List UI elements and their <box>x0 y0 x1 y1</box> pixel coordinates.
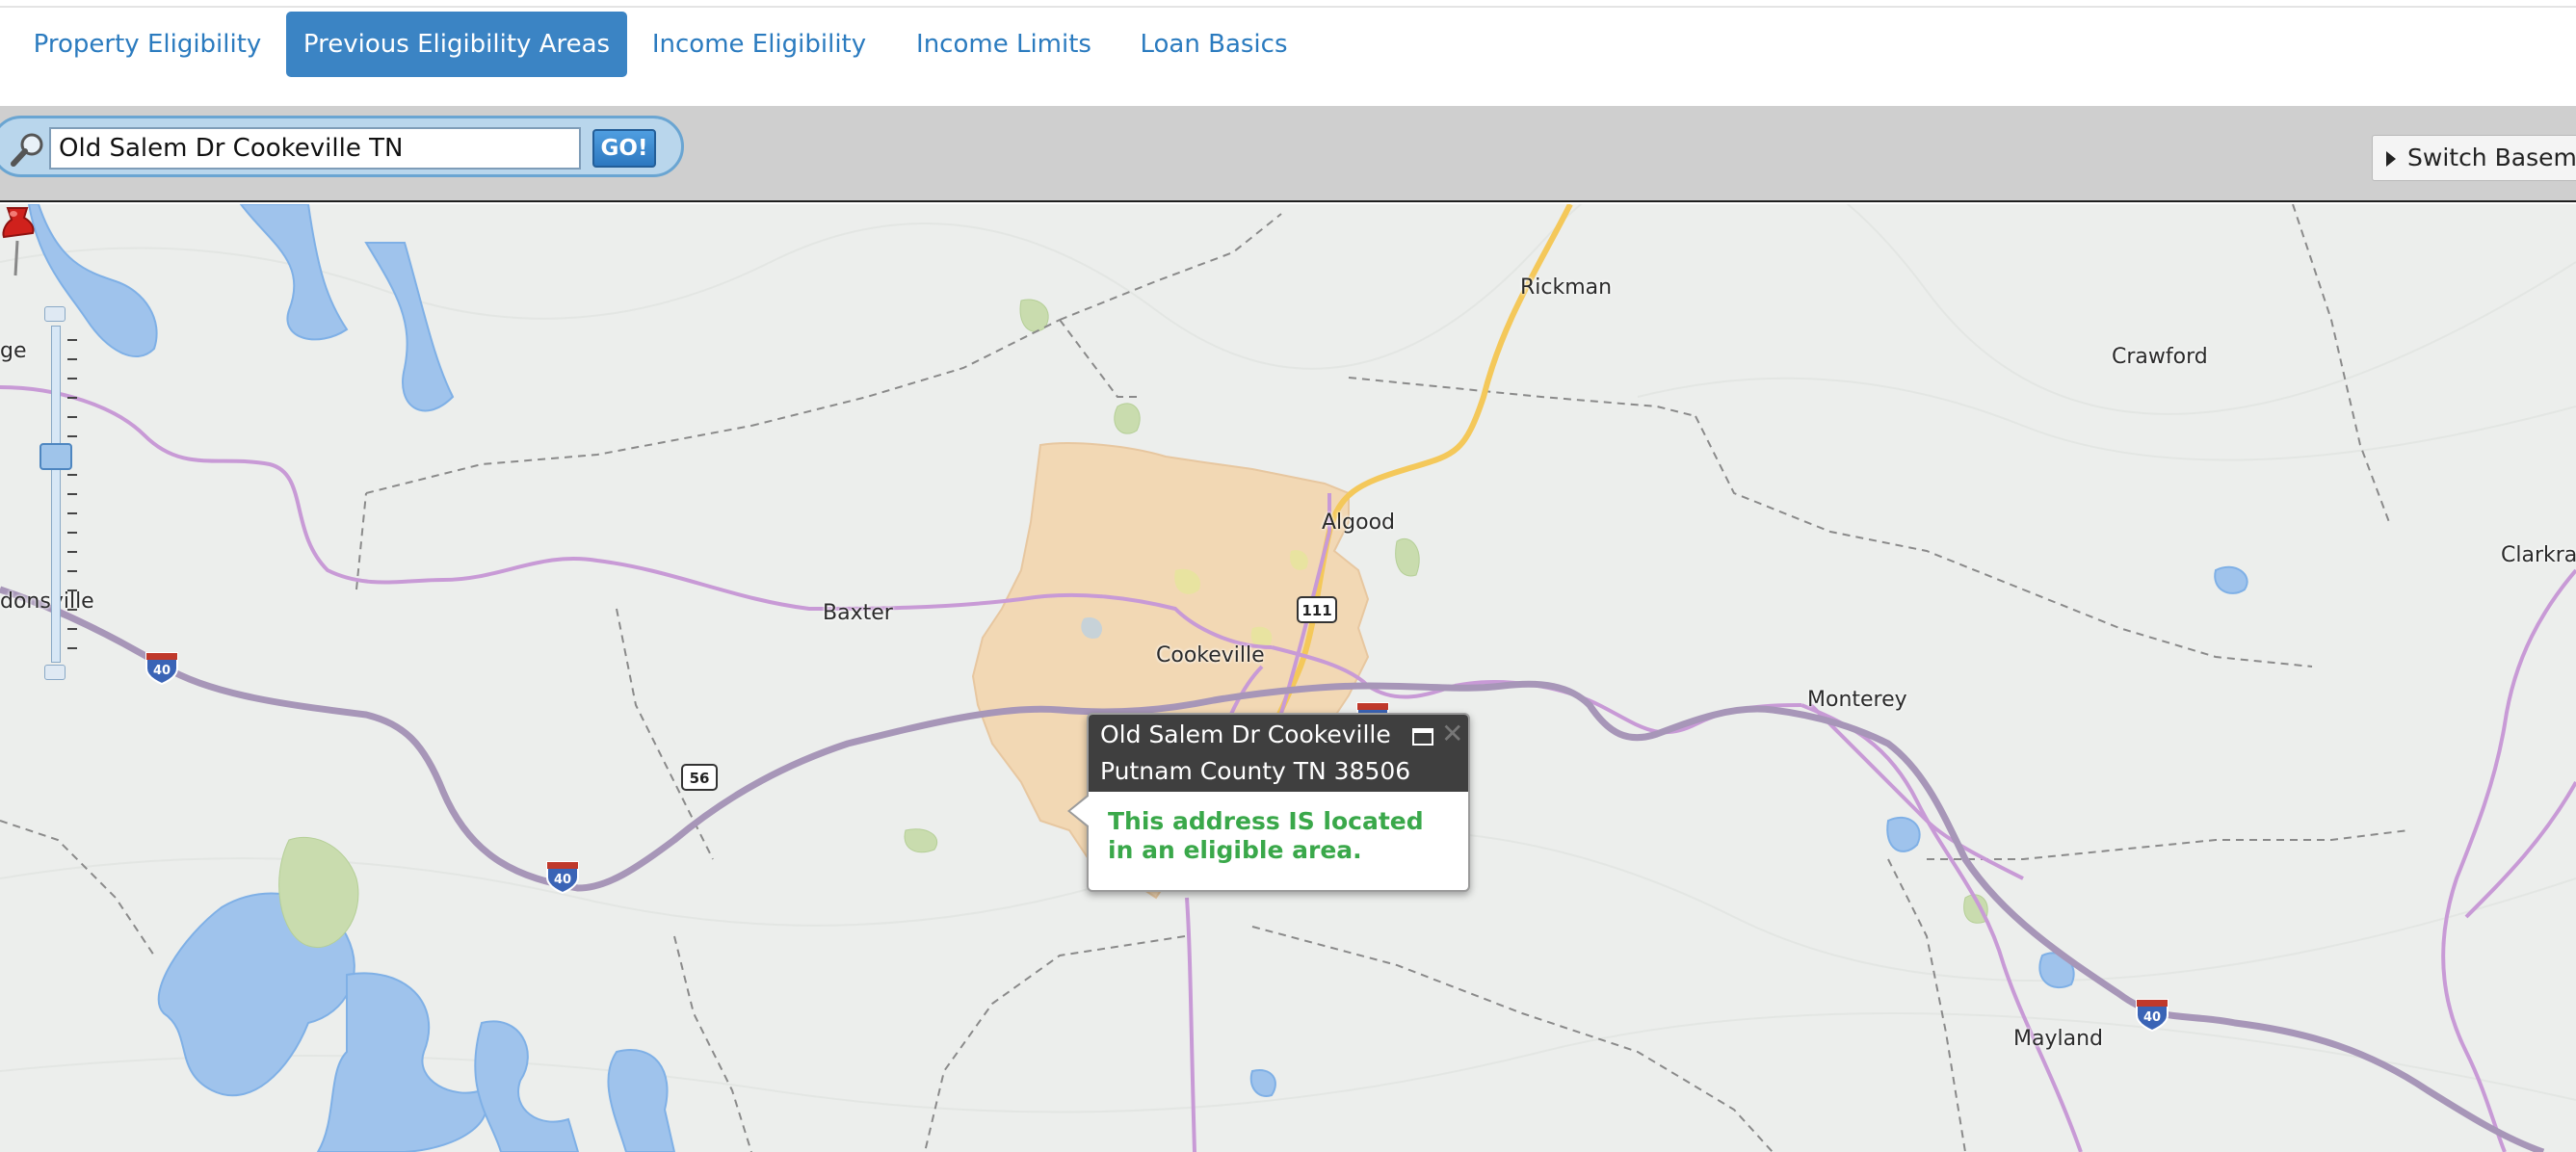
place-label-monterey: Monterey <box>1807 688 1907 712</box>
tab-loan-basics[interactable]: Loan Basics <box>1137 12 1291 77</box>
tab-previous-eligibility-areas[interactable]: Previous Eligibility Areas <box>286 12 627 77</box>
search-box: GO! <box>0 116 684 177</box>
i40-shield-label: 40 <box>554 873 571 887</box>
zoom-tick <box>67 474 77 476</box>
zoom-out-arrow-icon[interactable] <box>44 665 66 680</box>
zoom-tick <box>67 532 77 534</box>
popup-header: Old Salem Dr Cookeville Putnam County TN… <box>1089 715 1468 792</box>
tab-bar: Property Eligibility Previous Eligibilit… <box>0 8 2576 106</box>
i40-shield-label: 40 <box>2143 1010 2161 1025</box>
place-label-cookeville: Cookeville <box>1156 643 1265 668</box>
maximize-icon[interactable] <box>1412 728 1433 746</box>
place-label-mayland: Mayland <box>2013 1027 2103 1051</box>
zoom-tick <box>67 512 77 514</box>
place-label-clarkrange: Clarkra <box>2501 543 2576 567</box>
popup-pointer-inner <box>1070 796 1090 826</box>
eligibility-message: This address IS located in an eligible a… <box>1108 807 1424 864</box>
tab-property-eligibility[interactable]: Property Eligibility <box>23 12 272 77</box>
zoom-slider[interactable] <box>39 301 77 686</box>
zoom-tick <box>67 358 77 360</box>
switch-basemap-label: Switch Basema <box>2407 144 2576 171</box>
place-label-rickman: Rickman <box>1520 275 1613 300</box>
zoom-tick <box>67 647 77 649</box>
zoom-track[interactable] <box>51 326 61 663</box>
search-icon[interactable] <box>9 130 47 169</box>
zoom-tick <box>67 493 77 495</box>
top-divider <box>0 0 2576 8</box>
zoom-tick <box>67 589 77 591</box>
route-56-label: 56 <box>690 770 710 787</box>
route-111-label: 111 <box>1301 602 1331 619</box>
zoom-tick <box>67 628 77 630</box>
place-label-baxter: Baxter <box>823 601 893 625</box>
address-search-input[interactable] <box>49 127 581 170</box>
tab-income-limits[interactable]: Income Limits <box>907 12 1100 77</box>
map-canvas[interactable]: 40 40 40 40 <box>0 204 2576 1152</box>
zoom-tick <box>67 416 77 418</box>
zoom-in-arrow-icon[interactable] <box>44 306 66 322</box>
popup-address-line2: Putnam County TN 38506 <box>1100 757 1411 785</box>
i40-shield-label: 40 <box>153 664 171 678</box>
zoom-tick <box>67 339 77 341</box>
zoom-tick <box>67 435 77 437</box>
popup-address-line1: Old Salem Dr Cookeville <box>1100 720 1391 748</box>
search-toolbar: GO! Switch Basema <box>0 106 2576 202</box>
zoom-handle[interactable] <box>39 443 72 470</box>
app-root: Property Eligibility Previous Eligibilit… <box>0 0 2576 1152</box>
zoom-tick <box>67 397 77 399</box>
triangle-right-icon <box>2386 151 2396 167</box>
pushpin-icon[interactable] <box>0 204 39 277</box>
zoom-tick <box>67 609 77 611</box>
zoom-tick <box>67 551 77 553</box>
tab-income-eligibility[interactable]: Income Eligibility <box>644 12 875 77</box>
switch-basemap-button[interactable]: Switch Basema <box>2372 135 2576 181</box>
address-info-popup: Old Salem Dr Cookeville Putnam County TN… <box>1067 713 1470 892</box>
place-label-algood: Algood <box>1322 511 1396 535</box>
go-button[interactable]: GO! <box>592 129 656 168</box>
zoom-tick <box>67 378 77 380</box>
zoom-tick <box>67 570 77 572</box>
close-icon[interactable]: ✕ <box>1441 720 1464 747</box>
place-label-partial-ge: ge <box>0 339 27 363</box>
place-label-crawford: Crawford <box>2112 345 2208 369</box>
